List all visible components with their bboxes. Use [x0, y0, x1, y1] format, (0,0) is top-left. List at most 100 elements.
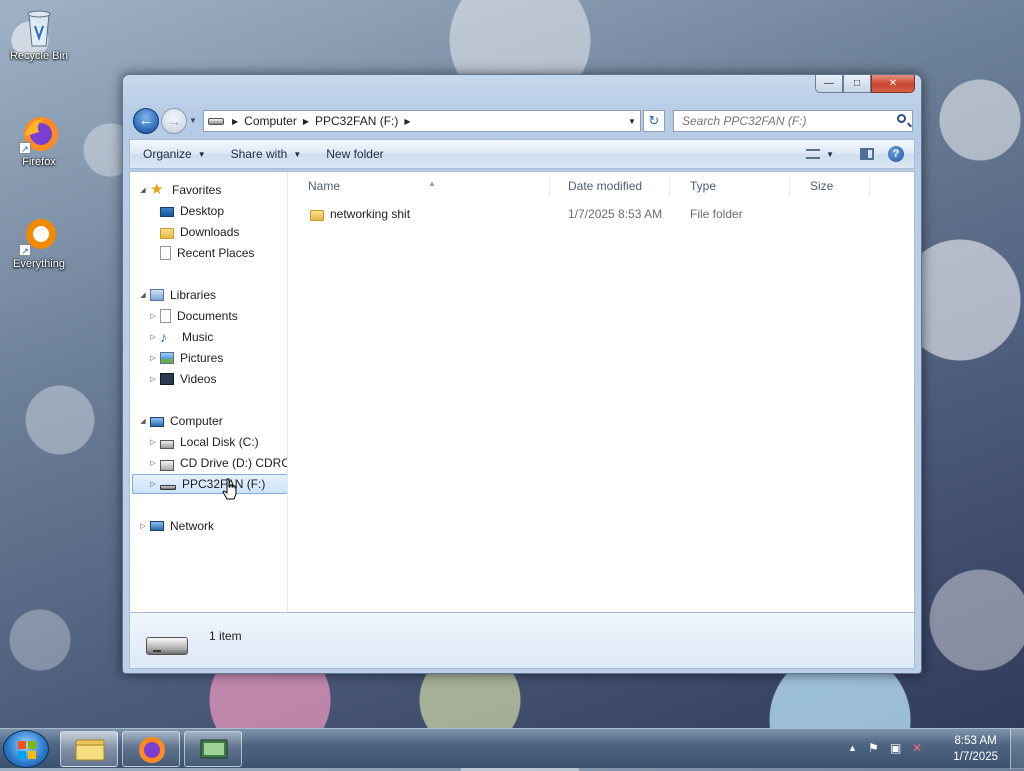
forward-button[interactable]: → — [161, 108, 187, 134]
minimize-button[interactable]: — — [815, 75, 843, 93]
column-name[interactable]: Name ▲ — [290, 176, 550, 196]
recent-places-icon — [160, 246, 171, 260]
shortcut-arrow-icon: ↗ — [19, 142, 31, 154]
tree-network[interactable]: ▷ Network — [138, 516, 214, 536]
desktop-icon-recycle-bin[interactable]: Recycle Bin — [5, 8, 73, 62]
expand-icon[interactable]: ▷ — [148, 480, 158, 488]
close-button[interactable]: ✕ — [871, 75, 915, 93]
volume-muted-icon[interactable]: ✕ — [912, 741, 922, 755]
breadcrumb-chevron-icon[interactable]: ▶ — [230, 117, 240, 126]
videos-icon — [160, 373, 174, 385]
column-label: Type — [690, 179, 717, 193]
change-view-icon[interactable] — [806, 149, 821, 159]
pictures-icon — [160, 352, 174, 364]
tree-label: Music — [182, 330, 214, 344]
start-button[interactable] — [3, 730, 49, 768]
desktop-icon — [160, 207, 174, 217]
file-name: networking shit — [330, 207, 411, 221]
tree-label: Recent Places — [177, 246, 255, 260]
address-dropdown-icon[interactable]: ▼ — [624, 117, 640, 126]
expand-icon[interactable]: ▷ — [148, 354, 158, 362]
breadcrumb-drive[interactable]: PPC32FAN (F:) — [311, 114, 402, 128]
collapse-icon[interactable]: ◢ — [138, 291, 148, 299]
tree-label: Documents — [177, 309, 238, 323]
help-icon[interactable]: ? — [888, 146, 904, 162]
tree-recent-places[interactable]: Recent Places — [160, 243, 254, 263]
tree-label: Videos — [180, 372, 217, 386]
collapse-icon[interactable]: ◢ — [138, 186, 148, 194]
expand-icon[interactable]: ▷ — [148, 438, 158, 446]
search-icon[interactable] — [897, 114, 906, 123]
organize-label: Organize — [143, 147, 192, 161]
tree-downloads[interactable]: Downloads — [160, 222, 239, 242]
action-center-flag-icon[interactable]: ⚑ — [868, 741, 879, 755]
expand-icon[interactable]: ▷ — [138, 522, 148, 530]
desktop-icon-everything[interactable]: ↗ Everything — [5, 216, 73, 270]
share-with-button[interactable]: Share with ▼ — [218, 147, 314, 161]
breadcrumb-computer[interactable]: Computer — [240, 114, 301, 128]
refresh-icon: ↻ — [648, 113, 660, 128]
breadcrumb-chevron-icon[interactable]: ▶ — [301, 117, 311, 126]
tree-videos[interactable]: ▷ Videos — [148, 369, 216, 389]
expand-icon[interactable]: ▷ — [148, 459, 158, 467]
expand-icon[interactable]: ▷ — [148, 333, 158, 341]
organize-button[interactable]: Organize ▼ — [130, 147, 218, 161]
show-desktop-button[interactable] — [1010, 729, 1024, 769]
computer-icon — [150, 416, 164, 427]
documents-icon — [160, 309, 171, 323]
network-status-icon[interactable]: ▣ — [890, 741, 901, 755]
taskbar-firefox-button[interactable] — [122, 731, 180, 767]
tree-documents[interactable]: ▷ Documents — [148, 306, 238, 326]
toolbar-right: ▼ ? — [806, 146, 914, 162]
refresh-button[interactable]: ↻ — [643, 110, 665, 132]
share-with-label: Share with — [230, 147, 288, 161]
column-label: Name — [308, 179, 341, 193]
breadcrumb-chevron-icon[interactable]: ▶ — [402, 117, 412, 126]
tree-pictures[interactable]: ▷ Pictures — [148, 348, 223, 368]
navigation-pane[interactable]: ◢ ★ Favorites Desktop Downloads Recent P… — [130, 172, 288, 612]
maximize-button[interactable]: □ — [843, 75, 871, 93]
search-input[interactable] — [680, 112, 890, 130]
chevron-down-icon: ▼ — [293, 149, 302, 159]
taskbar-app-button[interactable] — [184, 731, 242, 767]
column-type[interactable]: Type — [670, 176, 790, 196]
system-tray: ▲ ⚑ ▣ ✕ 8:53 AM 1/7/2025 — [834, 729, 1024, 769]
tree-local-disk[interactable]: ▷ Local Disk (C:) — [148, 432, 259, 452]
file-list[interactable]: Name ▲ Date modified Type Size networkin… — [290, 172, 914, 612]
tree-computer[interactable]: ◢ Computer — [138, 411, 222, 431]
show-hidden-icons-icon[interactable]: ▲ — [848, 743, 857, 753]
back-button[interactable]: ← — [133, 108, 159, 134]
preview-pane-icon[interactable] — [860, 148, 874, 160]
file-row[interactable]: networking shit — [310, 204, 410, 224]
expand-icon[interactable]: ▷ — [148, 375, 158, 383]
desktop-icon-label: Everything — [13, 258, 65, 270]
tree-cd-drive[interactable]: ▷ CD Drive (D:) CDROM — [148, 453, 287, 473]
new-folder-button[interactable]: New folder — [313, 147, 395, 161]
collapse-icon[interactable]: ◢ — [138, 417, 148, 425]
recycle-bin-icon — [19, 8, 59, 48]
explorer-folder-icon — [75, 739, 105, 761]
music-icon: ♪ — [160, 329, 167, 345]
column-size[interactable]: Size — [790, 176, 870, 196]
expand-icon[interactable]: ▷ — [148, 312, 158, 320]
tree-music[interactable]: ▷ ♪ Music — [148, 327, 213, 347]
removable-drive-icon — [160, 484, 176, 490]
tree-favorites[interactable]: ◢ ★ Favorites — [138, 180, 221, 200]
column-date-modified[interactable]: Date modified — [550, 176, 670, 196]
caption-buttons: — □ ✕ — [815, 75, 915, 93]
windows-logo-icon — [18, 741, 36, 759]
search-box[interactable] — [673, 110, 913, 132]
recent-pages-dropdown[interactable]: ▼ — [189, 116, 197, 125]
downloads-folder-icon — [160, 228, 174, 239]
tree-ppc32fan-drive[interactable]: ▷ PPC32FAN (F:) — [132, 474, 287, 494]
network-app-icon — [200, 739, 228, 759]
desktop-icon-firefox[interactable]: ↗ Firefox — [5, 114, 73, 168]
taskbar-explorer-button[interactable] — [60, 731, 118, 767]
tree-desktop[interactable]: Desktop — [160, 201, 224, 221]
tree-libraries[interactable]: ◢ Libraries — [138, 285, 216, 305]
clock[interactable]: 8:53 AM 1/7/2025 — [953, 733, 998, 765]
hand-cursor-icon — [222, 478, 237, 500]
view-options-dropdown-icon[interactable]: ▼ — [826, 150, 834, 159]
address-bar[interactable]: ▶ Computer ▶ PPC32FAN (F:) ▶ ▼ — [203, 110, 641, 132]
firefox-icon: ↗ — [19, 114, 59, 154]
